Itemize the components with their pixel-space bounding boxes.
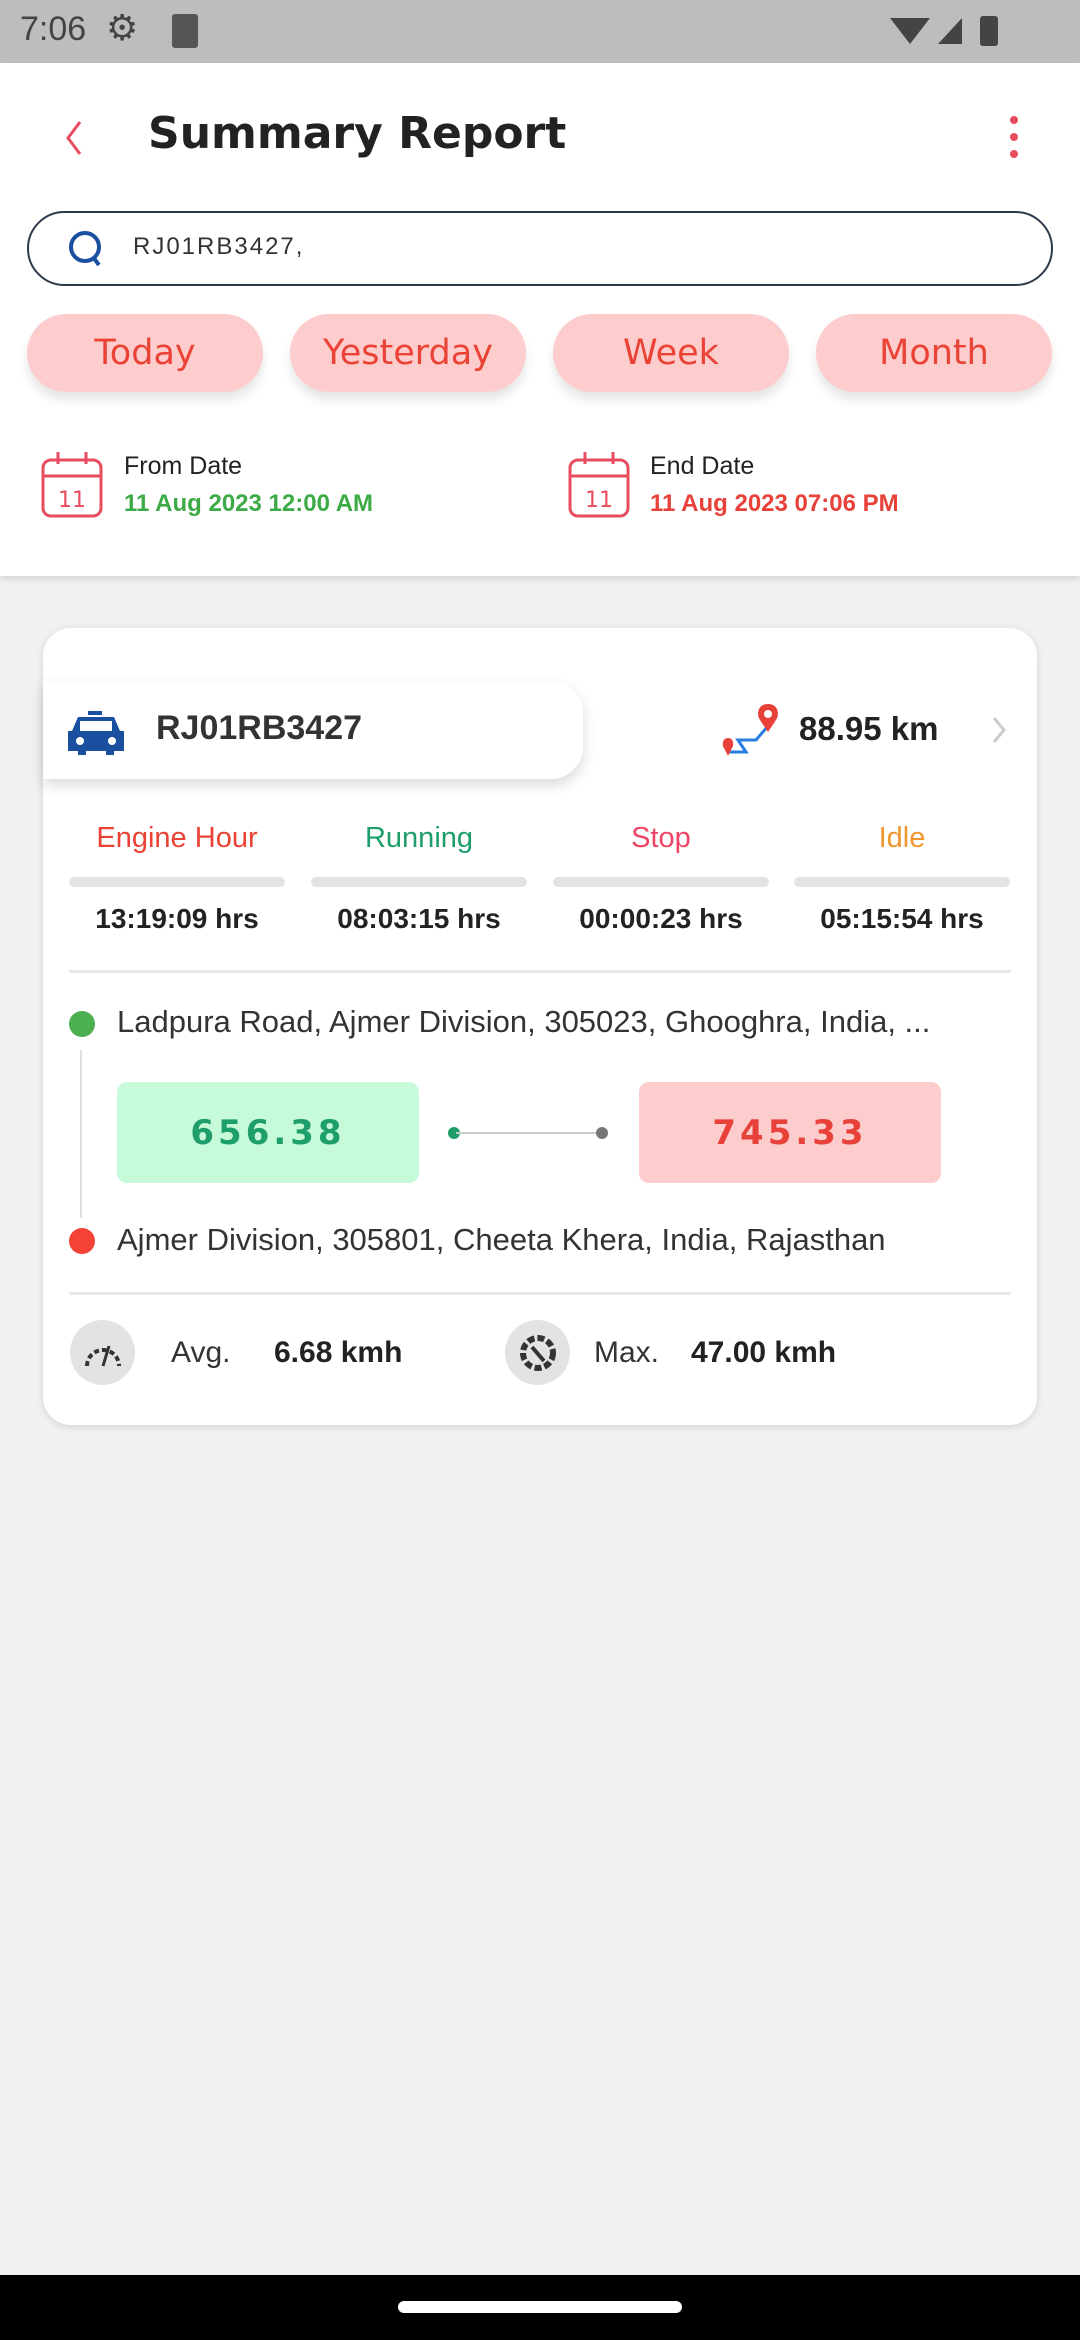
filter-week[interactable]: Week bbox=[553, 314, 789, 392]
svg-text:11: 11 bbox=[585, 488, 613, 513]
divider bbox=[69, 1292, 1011, 1295]
filter-today[interactable]: Today bbox=[27, 314, 263, 392]
max-speed-icon bbox=[505, 1320, 570, 1385]
end-odometer: 745.33 bbox=[639, 1082, 941, 1183]
avg-label: Avg. bbox=[171, 1336, 231, 1369]
stat-running: Running 08:03:15 hrs bbox=[311, 822, 527, 935]
car-icon bbox=[68, 711, 124, 755]
end-date-label: End Date bbox=[650, 452, 755, 480]
filter-yesterday[interactable]: Yesterday bbox=[290, 314, 526, 392]
search-value: RJ01RB3427, bbox=[133, 233, 305, 260]
end-dot-icon bbox=[69, 1228, 95, 1254]
max-value: 47.00 kmh bbox=[691, 1336, 837, 1369]
timeline-line bbox=[80, 1050, 82, 1218]
avg-value: 6.68 kmh bbox=[274, 1336, 403, 1369]
navigation-bar bbox=[0, 2275, 1080, 2340]
start-odometer: 656.38 bbox=[117, 1082, 419, 1183]
from-date-label: From Date bbox=[124, 452, 243, 480]
home-gesture-handle[interactable] bbox=[398, 2301, 682, 2313]
chevron-right-icon bbox=[992, 717, 1006, 743]
search-icon bbox=[69, 231, 101, 267]
end-date-picker[interactable]: 11 End Date 11 Aug 2023 07:06 PM bbox=[567, 450, 1047, 520]
stat-idle: Idle 05:15:54 hrs bbox=[794, 822, 1010, 935]
start-address: Ladpura Road, Ajmer Division, 305023, Gh… bbox=[117, 1004, 931, 1039]
vehicle-number: RJ01RB3427 bbox=[156, 709, 363, 747]
status-bar: 7:06 ⚙ bbox=[0, 0, 1080, 63]
sd-card-icon bbox=[172, 14, 198, 48]
odometer-connector bbox=[448, 1127, 608, 1139]
route-icon bbox=[722, 704, 778, 756]
svg-text:11: 11 bbox=[58, 488, 86, 513]
page-title: Summary Report bbox=[148, 108, 567, 159]
settings-icon: ⚙ bbox=[106, 8, 139, 49]
back-icon[interactable] bbox=[60, 118, 88, 158]
avg-speed-icon bbox=[70, 1320, 135, 1385]
max-label: Max. bbox=[594, 1336, 660, 1369]
from-date-value: 11 Aug 2023 12:00 AM bbox=[124, 490, 374, 517]
distance-value: 88.95 km bbox=[799, 710, 939, 747]
more-options-icon[interactable] bbox=[1006, 114, 1022, 160]
search-input[interactable]: RJ01RB3427, bbox=[27, 211, 1053, 286]
vehicle-pill: RJ01RB3427 bbox=[43, 681, 583, 779]
stat-engine-hour: Engine Hour 13:19:09 hrs bbox=[69, 822, 285, 935]
end-date-value: 11 Aug 2023 07:06 PM bbox=[650, 490, 899, 517]
status-time: 7:06 bbox=[20, 10, 87, 48]
start-dot-icon bbox=[69, 1011, 95, 1037]
end-address: Ajmer Division, 305801, Cheeta Khera, In… bbox=[117, 1222, 886, 1257]
calendar-icon: 11 bbox=[41, 452, 103, 518]
from-date-picker[interactable]: 11 From Date 11 Aug 2023 12:00 AM bbox=[40, 450, 520, 520]
wifi-signal-battery-icons bbox=[890, 16, 998, 46]
divider bbox=[69, 970, 1011, 973]
calendar-icon: 11 bbox=[568, 452, 630, 518]
distance-link[interactable]: 88.95 km bbox=[720, 700, 1020, 760]
filter-month[interactable]: Month bbox=[816, 314, 1052, 392]
stat-stop: Stop 00:00:23 hrs bbox=[553, 822, 769, 935]
